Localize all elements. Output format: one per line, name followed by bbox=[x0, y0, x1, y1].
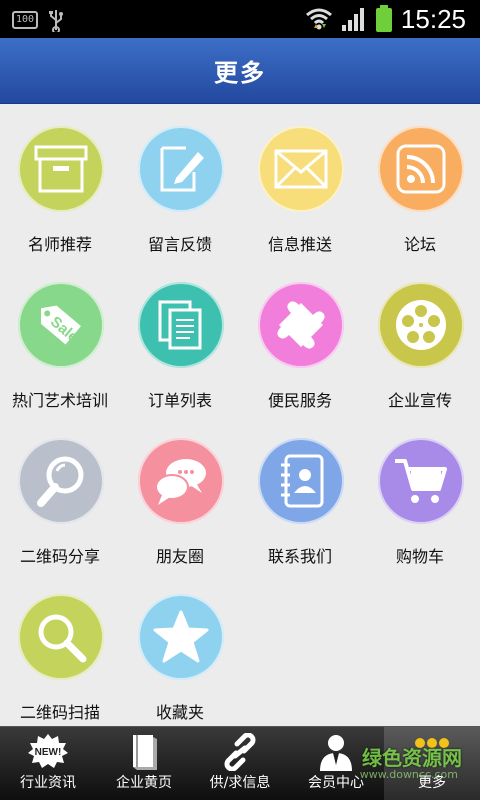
wifi-icon bbox=[305, 8, 332, 30]
magnifier-icon bbox=[18, 438, 104, 524]
shopping-cart-icon bbox=[378, 438, 464, 524]
grid-item-contact-us[interactable]: 联系我们 bbox=[240, 416, 360, 572]
battery-percent-indicator: 100 bbox=[12, 11, 38, 29]
envelope-icon bbox=[258, 126, 344, 212]
member-icon bbox=[320, 735, 352, 771]
watermark-text: 绿色资源网 bbox=[362, 746, 462, 770]
feature-grid: 名师推荐 留言反馈 信息推送 论坛 Sale 热门艺术培训 订单列表 便民服务 … bbox=[0, 104, 480, 726]
grid-item-teachers[interactable]: 名师推荐 bbox=[0, 104, 120, 260]
grid-item-forum[interactable]: 论坛 bbox=[360, 104, 480, 260]
usb-icon bbox=[49, 10, 63, 32]
edit-note-icon bbox=[138, 126, 224, 212]
rss-icon bbox=[378, 126, 464, 212]
grid-item-qr-scan[interactable]: 二维码扫描 bbox=[0, 572, 120, 728]
contact-book-icon bbox=[258, 438, 344, 524]
watermark-url: www.downcc.com bbox=[359, 768, 458, 781]
puzzle-icon bbox=[258, 282, 344, 368]
chat-bubbles-icon bbox=[138, 438, 224, 524]
tab-industry-news[interactable]: NEW! 行业资讯 bbox=[0, 727, 96, 800]
tab-yellow-pages[interactable]: 企业黄页 bbox=[96, 727, 192, 800]
star-icon bbox=[138, 594, 224, 680]
documents-icon bbox=[138, 282, 224, 368]
grid-item-promotion[interactable]: 企业宣传 bbox=[360, 260, 480, 416]
grid-item-services[interactable]: 便民服务 bbox=[240, 260, 360, 416]
film-reel-icon bbox=[378, 282, 464, 368]
svg-text:NEW!: NEW! bbox=[35, 747, 62, 758]
box-icon bbox=[18, 126, 104, 212]
grid-item-art-training[interactable]: Sale 热门艺术培训 bbox=[0, 260, 120, 416]
grid-item-moments[interactable]: 朋友圈 bbox=[120, 416, 240, 572]
tab-supply-demand[interactable]: 供/求信息 bbox=[192, 727, 288, 800]
grid-item-favorites[interactable]: 收藏夹 bbox=[120, 572, 240, 728]
status-bar: 100 15:25 bbox=[0, 0, 480, 38]
grid-item-push-messages[interactable]: 信息推送 bbox=[240, 104, 360, 260]
battery-icon bbox=[375, 5, 392, 32]
page-title: 更多 bbox=[214, 59, 266, 87]
title-bar: 更多 bbox=[0, 38, 480, 104]
grid-item-order-list[interactable]: 订单列表 bbox=[120, 260, 240, 416]
new-badge-icon: NEW! bbox=[28, 734, 68, 768]
grid-item-cart[interactable]: 购物车 bbox=[360, 416, 480, 572]
search-icon bbox=[18, 594, 104, 680]
clock: 15:25 bbox=[400, 4, 466, 34]
book-icon bbox=[133, 735, 157, 770]
sale-tag-icon: Sale bbox=[18, 282, 104, 368]
signal-icon bbox=[341, 8, 364, 31]
grid-item-feedback[interactable]: 留言反馈 bbox=[120, 104, 240, 260]
grid-item-qr-share[interactable]: 二维码分享 bbox=[0, 416, 120, 572]
link-icon bbox=[224, 733, 256, 771]
